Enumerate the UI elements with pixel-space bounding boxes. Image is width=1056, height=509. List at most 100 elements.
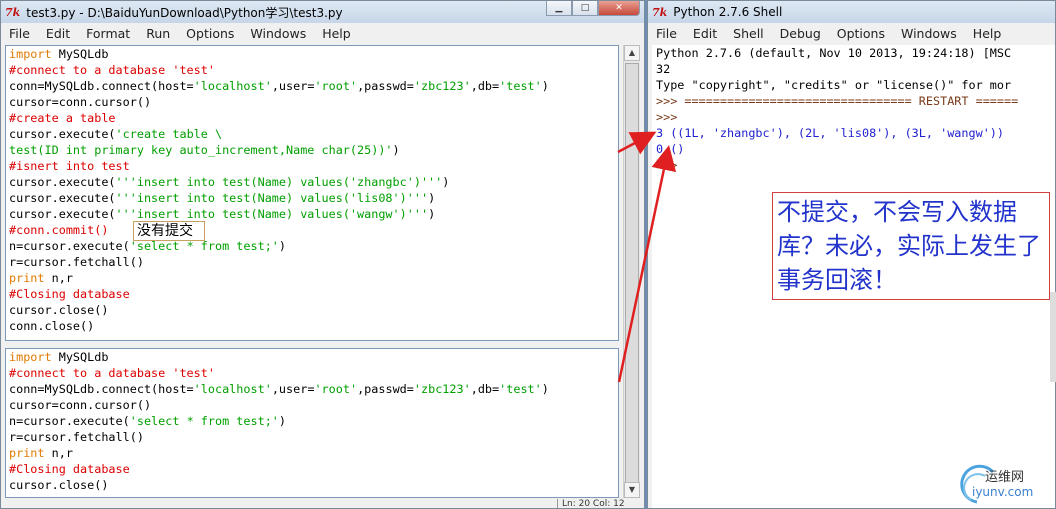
code-token: >>>	[656, 110, 678, 124]
code-token: 32	[656, 62, 671, 76]
code-token: #Closing database	[9, 462, 130, 476]
code-token: ,user=	[271, 79, 315, 93]
code-line: conn=MySQLdb.connect(host='localhost',us…	[9, 78, 615, 94]
menu-file[interactable]: File	[648, 26, 685, 41]
code-token: MySQLdb	[51, 350, 109, 364]
code-token: cursor.execute(	[9, 191, 116, 205]
code-token: )	[541, 382, 549, 396]
scroll-up-icon[interactable]: ▲	[624, 45, 640, 61]
menu-debug[interactable]: Debug	[772, 26, 829, 41]
editor-window-title: test3.py - D:\BaiduYunDownload\Python学习\…	[26, 5, 343, 20]
code-line: print n,r	[9, 270, 615, 286]
close-icon[interactable]: ✕	[598, 1, 640, 16]
menu-windows[interactable]: Windows	[242, 26, 314, 41]
code-token: >>> ================================ RES…	[656, 94, 1019, 108]
minimize-icon[interactable]: ▁	[546, 1, 572, 16]
code-token: Type "copyright", "credits" or "license(…	[656, 78, 1012, 92]
annotation-rollback-note: 不提交，不会写入数据库？未必，实际上发生了事务回滚！	[772, 192, 1050, 300]
code-line: test(ID int primary key auto_increment,N…	[9, 142, 615, 158]
code-token: )	[428, 191, 436, 205]
code-line: cursor=conn.cursor()	[9, 397, 615, 413]
code-token: conn=MySQLdb.connect(host=	[9, 382, 194, 396]
code-token: r=cursor.fetchall()	[9, 430, 144, 444]
code-editor-bottom[interactable]: import MySQLdb #connect to a database 'te…	[5, 348, 619, 498]
tk-logo-icon: 7k	[652, 5, 668, 19]
code-token: )	[541, 79, 549, 93]
code-token: #conn.commit()	[9, 223, 109, 237]
code-editor-top[interactable]: import MySQLdb #connect to a database 'te…	[5, 45, 619, 341]
code-token: import	[9, 350, 52, 364]
shell-scrollbar[interactable]	[1050, 292, 1056, 382]
code-line: n=cursor.execute('select * from test;')	[9, 238, 615, 254]
code-token: n=cursor.execute(	[9, 239, 130, 253]
menu-format[interactable]: Format	[78, 26, 138, 41]
status-line-col: Ln: 20 Col: 12	[557, 499, 644, 508]
menu-options[interactable]: Options	[829, 26, 893, 41]
code-token: 'root'	[314, 382, 358, 396]
code-line: n=cursor.execute('select * from test;')	[9, 413, 615, 429]
code-line: cursor.execute('''insert into test(Name)…	[9, 190, 615, 206]
code-token: ,passwd=	[357, 382, 414, 396]
code-line: import MySQLdb	[9, 349, 615, 365]
shell-line: Type "copyright", "credits" or "license(…	[656, 77, 1055, 93]
code-line: conn.close()	[9, 318, 615, 334]
code-token: cursor.close()	[9, 303, 109, 317]
code-token: )	[428, 207, 436, 221]
code-line: cursor=conn.cursor()	[9, 94, 615, 110]
menu-edit[interactable]: Edit	[38, 26, 78, 41]
code-line: cursor.close()	[9, 477, 615, 493]
code-line: #Closing database	[9, 286, 615, 302]
code-token: #create a table	[9, 111, 116, 125]
code-line: #connect to a database 'test'	[9, 365, 615, 381]
code-token: print	[9, 271, 45, 285]
code-line: #Closing database	[9, 461, 615, 477]
menu-shell[interactable]: Shell	[725, 26, 772, 41]
code-token: '''insert into test(Name) values('lis08'…	[115, 191, 429, 205]
menu-help[interactable]: Help	[965, 26, 1010, 41]
menu-help[interactable]: Help	[314, 26, 359, 41]
code-token: conn=MySQLdb.connect(host=	[9, 79, 194, 93]
code-token: n,r	[44, 271, 73, 285]
code-token: )	[278, 414, 287, 428]
code-line: #create a table	[9, 110, 615, 126]
code-token: MySQLdb	[51, 47, 109, 61]
shell-line: 3 ((1L, 'zhangbc'), (2L, 'lis08'), (3L, …	[656, 125, 1055, 141]
menu-edit[interactable]: Edit	[685, 26, 725, 41]
code-token: 0 ()	[656, 142, 685, 156]
scrollbar-thumb[interactable]	[625, 63, 639, 487]
code-token: 'root'	[314, 79, 358, 93]
scroll-down-icon[interactable]: ▼	[624, 482, 640, 498]
code-token: 'create table \	[115, 127, 223, 141]
code-line: cursor.execute('''insert into test(Name)…	[9, 206, 615, 222]
code-token: cursor.execute(	[9, 175, 116, 189]
menu-windows[interactable]: Windows	[893, 26, 965, 41]
code-token: n,r	[44, 446, 73, 460]
code-token: >>>	[656, 158, 678, 172]
code-token: ,user=	[271, 382, 315, 396]
code-line: cursor.execute('''insert into test(Name)…	[9, 174, 615, 190]
code-line: #connect to a database 'test'	[9, 62, 615, 78]
shell-line: Python 2.7.6 (default, Nov 10 2013, 19:2…	[656, 45, 1055, 61]
shell-menubar: File Edit Shell Debug Options Windows He…	[648, 23, 1055, 43]
code-token: 'localhost'	[193, 79, 272, 93]
code-token: '''insert into test(Name) values('wangw'…	[115, 207, 429, 221]
shell-line: >>> ================================ RES…	[656, 93, 1055, 109]
code-token: ,db=	[470, 79, 500, 93]
menu-options[interactable]: Options	[178, 26, 242, 41]
shell-line: 32	[656, 61, 1055, 77]
menu-run[interactable]: Run	[138, 26, 178, 41]
shell-titlebar[interactable]: 7k Python 2.7.6 Shell	[648, 1, 1055, 23]
code-token: )	[442, 175, 450, 189]
editor-titlebar[interactable]: 7k test3.py - D:\BaiduYunDownload\Python…	[1, 1, 644, 23]
code-token: cursor=conn.cursor()	[9, 95, 152, 109]
maximize-icon[interactable]: □	[572, 1, 598, 16]
code-token: 'select * from test;'	[129, 239, 279, 253]
code-token: )	[392, 143, 400, 157]
code-token: '''insert into test(Name) values('zhangb…	[115, 175, 443, 189]
code-token: 'test'	[499, 79, 542, 93]
editor-scrollbar[interactable]: ▲ ▼	[623, 45, 640, 498]
code-token: ,db=	[470, 382, 500, 396]
code-token: ,passwd=	[357, 79, 414, 93]
menu-file[interactable]: File	[1, 26, 38, 41]
code-token: 'select * from test;'	[129, 414, 279, 428]
